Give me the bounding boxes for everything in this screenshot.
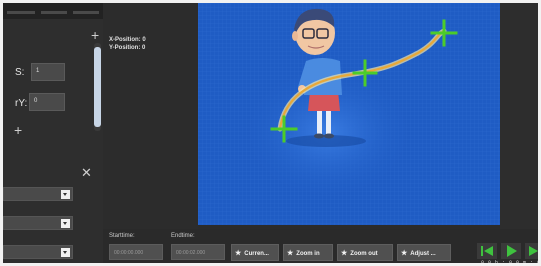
y-position-readout: Y-Position: 0 [109, 45, 146, 51]
skip-back-button[interactable] [477, 243, 497, 259]
starttime-input[interactable]: 00:00:00.000 [109, 244, 163, 260]
character-shoe [314, 133, 324, 139]
current-button[interactable]: ★ Curren... [231, 244, 279, 261]
adjust-button[interactable]: ★ Adjust ... [397, 244, 451, 261]
rotation-y-label: rY: [15, 98, 28, 109]
button-label: Zoom in [296, 251, 320, 257]
x-position-readout: X-Position: 0 [109, 37, 146, 43]
rotation-y-input[interactable]: 0 [29, 93, 65, 111]
skip-back-icon [481, 246, 493, 256]
canvas-info-area: X-Position: 0 Y-Position: 0 [103, 3, 198, 229]
zoom-out-button[interactable]: ★ Zoom out [337, 244, 393, 261]
divider [41, 11, 67, 14]
chevron-down-icon [61, 248, 70, 257]
chevron-down-icon [61, 190, 70, 199]
scale-input[interactable]: 1 [31, 63, 65, 81]
play-button[interactable] [501, 243, 521, 259]
character-ear [292, 31, 298, 41]
star-icon: ★ [235, 250, 242, 257]
animation-editor-window: S: 1 rY: 0 + + ✕ X-Position: 0 Y-Positio… [0, 0, 541, 266]
animation-canvas[interactable] [198, 3, 500, 225]
skip-forward-icon [529, 246, 538, 256]
timeline-toolbar: Starttime: Endtime: 00:00:00.000 00:00:0… [103, 229, 541, 266]
character-leg [326, 111, 331, 135]
endtime-label: Endtime: [171, 233, 195, 239]
star-icon: ★ [401, 250, 408, 257]
chevron-down-icon [61, 219, 70, 228]
character-shoe [324, 133, 334, 139]
dropdown[interactable] [3, 187, 73, 201]
canvas-artwork [198, 3, 500, 225]
play-icon [507, 245, 517, 257]
dropdown[interactable] [3, 245, 73, 259]
scale-label: S: [15, 67, 25, 78]
skip-forward-button[interactable] [525, 243, 538, 259]
scrollbar-thumb[interactable] [94, 47, 101, 127]
add-icon[interactable]: + [91, 28, 99, 42]
zoom-in-button[interactable]: ★ Zoom in [283, 244, 333, 261]
close-icon[interactable]: ✕ [81, 165, 92, 181]
star-icon: ★ [287, 250, 294, 257]
star-icon: ★ [341, 250, 348, 257]
timecode-display: 0 0 h : 0 0 m : 0 [481, 260, 541, 266]
button-label: Curren... [244, 251, 269, 257]
divider [7, 11, 35, 14]
starttime-label: Starttime: [109, 233, 135, 239]
dropdown[interactable] [3, 216, 73, 230]
endtime-input[interactable]: 00:00:02.000 [171, 244, 225, 260]
button-label: Zoom out [350, 251, 378, 257]
scrollbar[interactable] [94, 43, 101, 131]
top-strip [3, 3, 103, 19]
divider [73, 11, 99, 14]
right-panel [500, 3, 538, 229]
character-leg [317, 111, 322, 135]
properties-panel: S: 1 rY: 0 + + ✕ [3, 19, 103, 263]
add-icon[interactable]: + [14, 123, 22, 137]
button-label: Adjust ... [410, 251, 436, 257]
